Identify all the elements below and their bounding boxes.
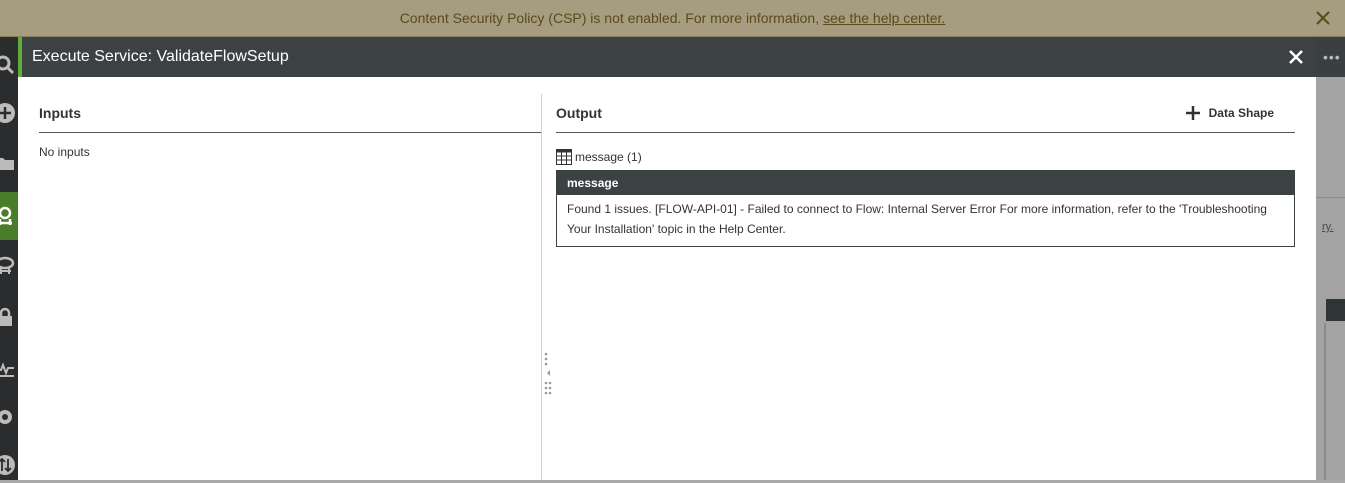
gear-icon [0,410,12,424]
modal-close-icon[interactable] [1284,45,1308,69]
import-export-icon [0,455,15,475]
plus-icon [1185,106,1200,120]
eye-icon [0,256,15,274]
nav-settings[interactable] [0,399,18,435]
splitter-handle[interactable] [544,350,552,398]
nav-monitoring[interactable] [0,247,18,283]
network-icon [0,206,12,225]
background-table-header [1326,299,1345,321]
nav-search[interactable] [0,47,18,83]
modal-header: Execute Service: ValidateFlowSetup [18,37,1316,77]
background-toolbar: ••• [1316,37,1345,77]
add-data-shape-button[interactable]: Data Shape [1185,105,1274,121]
nav-security[interactable] [0,299,18,335]
more-horizontal-icon[interactable]: ••• [1323,49,1341,65]
output-panel: Output Data Shape message (1) message Fo… [556,94,1295,247]
lock-icon [0,307,12,326]
help-center-link[interactable]: see the help center. [823,10,945,26]
inputs-panel: Inputs No inputs [39,94,541,159]
nav-browse[interactable] [0,145,18,181]
left-nav-rail [0,37,18,480]
background-link-fragment[interactable]: ry. [1322,221,1333,233]
nav-import-export[interactable] [0,447,18,483]
data-shape-label: Data Shape [1208,106,1274,120]
output-heading-label: Output [556,105,602,121]
drag-handle-icon [544,352,552,395]
execute-service-modal: Execute Service: ValidateFlowSetup Input… [18,37,1316,480]
column-header-message[interactable]: message [557,171,1294,195]
inputs-heading: Inputs [39,94,541,133]
folder-icon [0,158,14,170]
modal-body: Inputs No inputs Output Data Shape messa… [18,77,1316,480]
csp-banner-message: Content Security Policy (CSP) is not ena… [399,10,820,26]
result-infotable-label: message (1) [556,149,1295,165]
background-page-edge: ••• ry. [1316,37,1345,480]
nav-add[interactable] [0,95,18,131]
activity-chart-icon [0,362,14,377]
no-inputs-text: No inputs [39,145,90,159]
csp-warning-banner: Content Security Policy (CSP) is not ena… [0,0,1345,37]
result-table: message Found 1 issues. [FLOW-API-01] - … [556,170,1295,247]
background-scrollbar[interactable] [1324,323,1326,480]
result-label-text: message (1) [575,150,642,164]
table-row[interactable]: Found 1 issues. [FLOW-API-01] - Failed t… [557,195,1294,246]
search-icon [0,55,15,75]
add-circle-icon [0,103,15,123]
nav-things[interactable] [0,192,18,240]
table-grid-icon [556,149,572,165]
banner-close-icon[interactable] [1313,8,1333,28]
background-divider [1316,197,1345,198]
modal-title: Execute Service: ValidateFlowSetup [32,48,289,65]
panel-splitter[interactable] [541,94,542,480]
nav-analytics[interactable] [0,349,18,385]
